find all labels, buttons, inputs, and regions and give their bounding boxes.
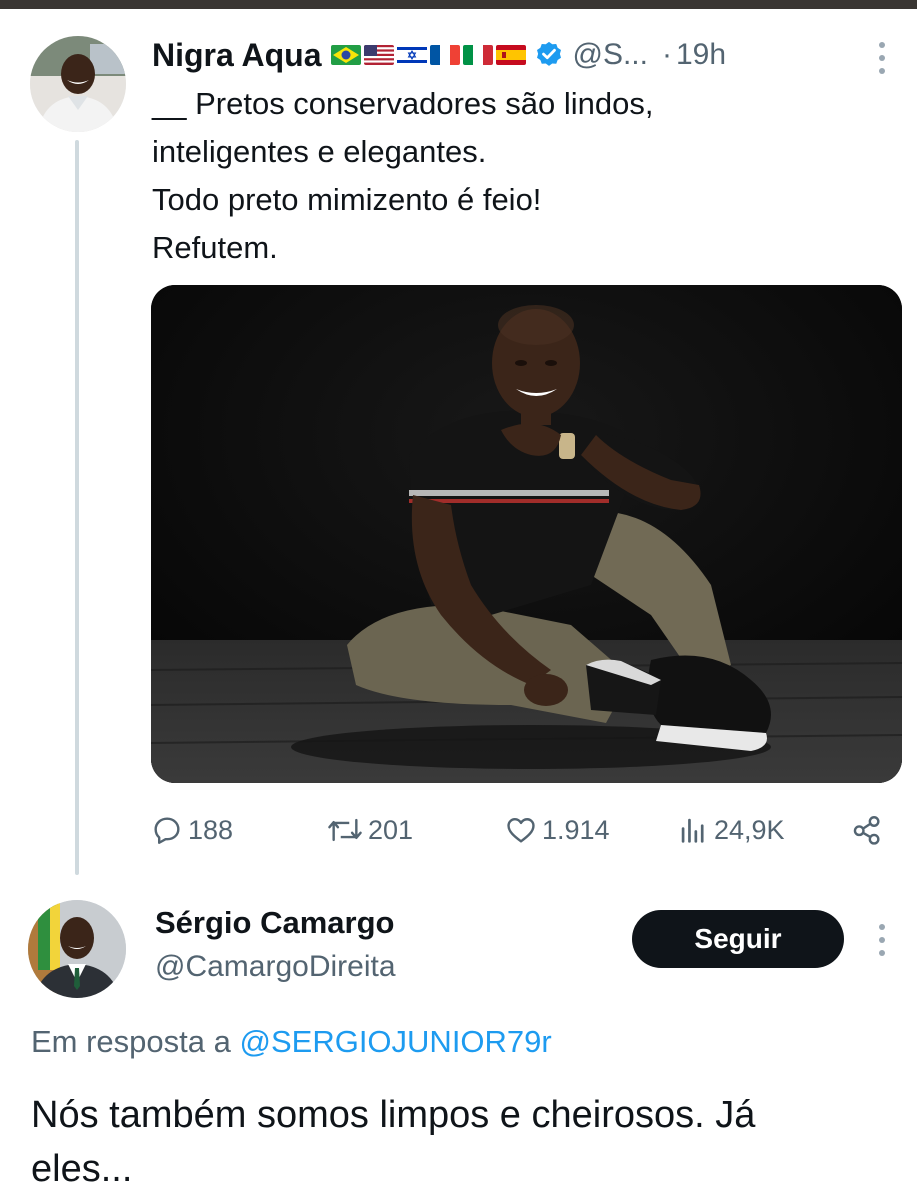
reply-text: Nós também somos limpos e cheirosos. Já …	[31, 1088, 911, 1196]
tweet-text-line: __ Pretos conservadores são lindos,	[152, 86, 654, 121]
author-handle[interactable]: @S...	[573, 38, 648, 72]
tweet-text-line: Todo preto mimizento é feio!	[152, 182, 542, 217]
follow-button[interactable]: Seguir	[632, 910, 844, 968]
thread-connector-line	[75, 140, 79, 875]
spain-flag-icon	[495, 45, 526, 65]
share-button[interactable]	[850, 808, 888, 852]
replying-to-handle[interactable]: @SERGIOJUNIOR79r	[240, 1024, 552, 1059]
italy-flag-icon	[462, 45, 493, 65]
tweet-text-line: inteligentes e elegantes.	[152, 134, 487, 169]
israel-flag-icon	[396, 45, 427, 65]
post-time[interactable]: 19h	[676, 38, 726, 72]
tweet-photo[interactable]	[151, 285, 902, 783]
like-count: 1.914	[542, 814, 610, 845]
more-options-icon[interactable]	[872, 920, 892, 960]
share-icon	[853, 816, 880, 845]
france-flag-icon	[429, 45, 460, 65]
repost-icon	[328, 818, 362, 842]
reply-author-handle[interactable]: @CamargoDireita	[155, 950, 396, 984]
replying-to: Em resposta a @SERGIOJUNIOR79r	[31, 1024, 552, 1060]
reply-icon	[154, 817, 180, 844]
reply-author-name[interactable]: Sérgio Camargo	[155, 905, 394, 941]
author-name[interactable]: Nigra Aqua	[152, 37, 322, 74]
views-button[interactable]: 24,9K	[676, 808, 785, 852]
reply-count: 188	[188, 814, 234, 845]
brazil-flag-icon	[330, 45, 361, 65]
flag-emojis	[330, 45, 526, 65]
tweet-text: __ Pretos conservadores são lindos, inte…	[152, 80, 892, 272]
view-count: 24,9K	[714, 814, 785, 845]
reply-text-line: eles...	[31, 1148, 133, 1190]
more-options-icon[interactable]	[872, 38, 892, 78]
reply-author-avatar[interactable]	[28, 900, 126, 998]
heart-icon	[507, 818, 535, 843]
analytics-icon	[681, 818, 704, 843]
top-status-strip	[0, 0, 917, 9]
tweet-actions: 188 201 1.914 24,9K	[150, 808, 890, 852]
author-avatar[interactable]	[30, 36, 126, 132]
repost-count: 201	[368, 814, 414, 845]
reply-text-line: Nós também somos limpos e cheirosos. Já	[31, 1094, 756, 1136]
replying-to-label: Em resposta a	[31, 1024, 231, 1059]
tweet-header: Nigra Aqua @S... · 19h	[152, 30, 726, 80]
like-button[interactable]: 1.914	[504, 808, 610, 852]
usa-flag-icon	[363, 45, 394, 65]
verified-badge-icon	[534, 40, 564, 70]
tweet-text-line: Refutem.	[152, 230, 278, 265]
separator-dot: ·	[661, 38, 672, 71]
reply-button[interactable]: 188	[150, 808, 233, 852]
repost-button[interactable]: 201	[326, 808, 413, 852]
